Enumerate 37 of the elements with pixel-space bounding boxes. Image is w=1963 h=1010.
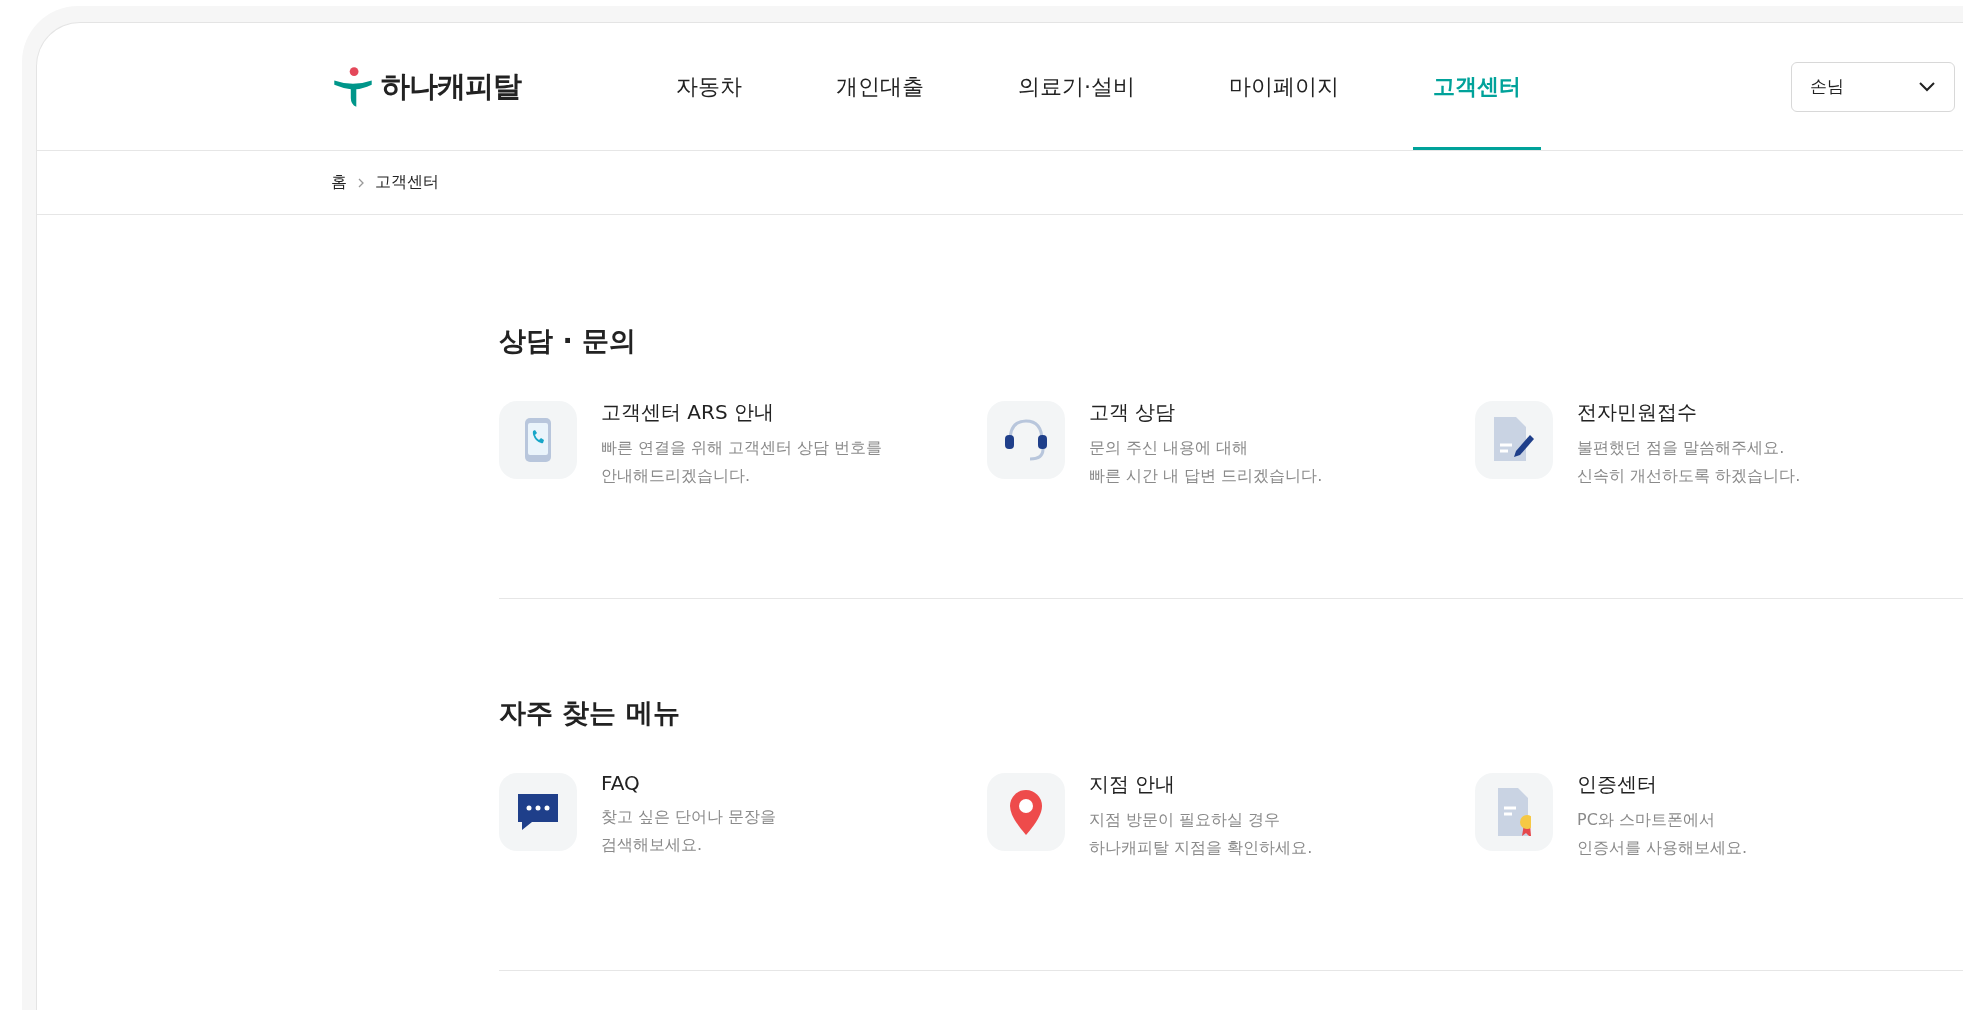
menu-description: PC와 스마트폰에서 인증서를 사용해보세요.	[1577, 809, 1748, 859]
icon-tile[interactable]	[987, 773, 1065, 851]
icon-tile[interactable]	[499, 401, 577, 479]
menu-description: 불편했던 점을 말씀해주세요. 신속히 개선하도록 하겠습니다.	[1577, 437, 1801, 487]
menu-description: 지점 방문이 필요하실 경우 하나캐피탈 지점을 확인하세요.	[1089, 809, 1313, 859]
certificate-icon	[1497, 788, 1531, 836]
user-dropdown[interactable]: 손님	[1791, 61, 1955, 112]
nav-tab[interactable]: 마이페이지	[1209, 23, 1359, 150]
menu-link[interactable]: 인증센터	[1577, 771, 1748, 798]
menu-link[interactable]: FAQ	[601, 771, 777, 795]
menu-description: 빠른 연결을 위해 고객센터 상담 번호를 안내해드리겠습니다.	[601, 437, 883, 487]
menu-link[interactable]: 지점 안내	[1089, 771, 1313, 798]
phone-icon	[525, 418, 551, 462]
menu-link[interactable]: 고객센터 ARS 안내	[601, 399, 883, 426]
nav-tab[interactable]: 개인대출	[816, 23, 944, 150]
chat-bubble-icon	[518, 794, 558, 830]
document-pen-icon	[1494, 417, 1534, 463]
icon-tile[interactable]	[1475, 401, 1553, 479]
menu-description: 문의 주신 내용에 대해 빠른 시간 내 답변 드리겠습니다.	[1089, 437, 1323, 487]
nav-tab[interactable]: 자동차	[656, 23, 762, 150]
nav-tab[interactable]: 의료기·설비	[998, 23, 1155, 150]
menu-link[interactable]: 전자민원접수	[1577, 399, 1801, 426]
chevron-right-icon	[357, 176, 365, 189]
logo[interactable]: 하나캐피탈	[331, 64, 521, 109]
section-title: 상담 · 문의	[499, 324, 638, 358]
logo-icon	[331, 64, 375, 109]
location-pin-icon	[1010, 789, 1042, 835]
menu-link[interactable]: 고객 상담	[1089, 399, 1323, 426]
chevron-down-icon	[1918, 80, 1936, 93]
icon-tile[interactable]	[1475, 773, 1553, 851]
icon-tile[interactable]	[987, 401, 1065, 479]
breadcrumb-link[interactable]: 고객센터	[375, 172, 439, 193]
headset-icon	[1004, 419, 1048, 461]
icon-tile[interactable]	[499, 773, 577, 851]
section-title: 자주 찾는 메뉴	[499, 696, 681, 730]
menu-description: 찾고 싶은 단어나 문장을 검색해보세요.	[601, 806, 777, 856]
breadcrumb-link[interactable]: 홈	[331, 172, 347, 193]
